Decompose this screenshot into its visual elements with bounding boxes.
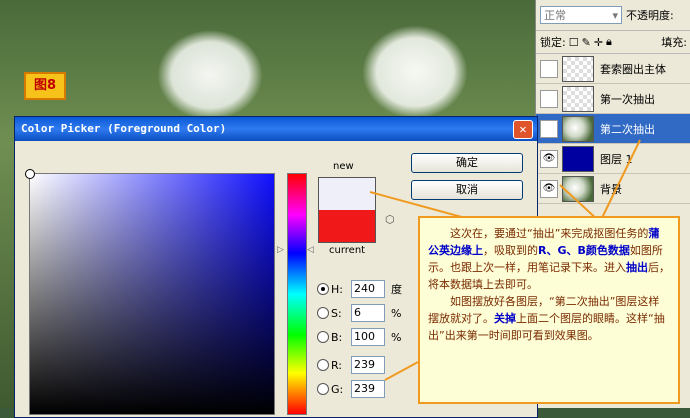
channel-label: B: (331, 330, 343, 344)
callout-text: 这次在，要通过“抽出”来完成抠图任务的 (450, 227, 649, 240)
close-button[interactable]: ✕ (513, 120, 533, 139)
eye-icon[interactable]: 👁︎ (540, 179, 558, 198)
color-field-row: B: 100% (317, 327, 401, 347)
eye-icon[interactable] (540, 89, 558, 108)
color-field-row: H: 240 度 (317, 279, 402, 299)
layer-thumbnail (562, 175, 594, 202)
layer-name: 图层 1 (600, 152, 633, 166)
lock-row: 锁定: ☐ ✎ ✛ 🔒︎ 填充: (536, 31, 690, 54)
layer-row[interactable]: 👁︎ 图层 1 (536, 144, 690, 174)
blend-mode-select[interactable]: 正常 ▾ (540, 6, 622, 24)
layer-thumbnail (562, 55, 594, 82)
channel-radio[interactable] (317, 283, 329, 295)
layer-name: 第二次抽出 (600, 122, 655, 136)
channel-label: G: (331, 382, 344, 396)
channel-value-input[interactable]: 239 (351, 356, 385, 374)
opacity-label: 不透明度: (626, 9, 674, 22)
gamut-warning-icon[interactable]: ⬡ (385, 213, 395, 226)
ok-button[interactable]: 确定 (411, 153, 523, 173)
chevron-down-icon: ▾ (612, 8, 618, 22)
channel-radio[interactable] (317, 383, 329, 395)
new-label: new (333, 161, 354, 172)
lock-label: 锁定: (540, 36, 566, 49)
eye-icon[interactable]: 👁︎ (540, 149, 558, 168)
layer-name: 第一次抽出 (600, 92, 655, 106)
channel-label: R: (331, 358, 343, 372)
callout-highlight: R、G、B颜色数据 (538, 244, 630, 257)
callout-paragraph-1: 这次在，要通过“抽出”来完成抠图任务的蒲公英边缘上，吸取到的R、G、B颜色数据如… (428, 225, 670, 293)
eye-icon[interactable]: 👁︎ (540, 119, 558, 138)
channel-label: H: (331, 282, 343, 296)
color-field-row: G: 239 (317, 379, 391, 399)
layer-row[interactable]: 第一次抽出 (536, 84, 690, 114)
lock-move-icon[interactable]: ✛ (594, 36, 603, 49)
channel-radio[interactable] (317, 331, 329, 343)
fill-label: 填充: (661, 36, 687, 49)
color-field-row: S: 6% (317, 303, 401, 323)
close-icon: ✕ (519, 122, 527, 136)
callout-highlight: 关掉 (494, 312, 516, 325)
dialog-titlebar: Color Picker (Foreground Color) ✕ (15, 117, 537, 141)
callout-paragraph-2: 如图摆放好各图层，“第二次抽出”图层这样摆放就对了。关掉上面二个图层的眼睛。这样… (428, 293, 670, 344)
channel-value-input[interactable]: 239 (351, 380, 385, 398)
layers-panel-top: 正常 ▾ 不透明度: (536, 0, 690, 31)
layer-name: 套索圈出主体 (600, 62, 666, 76)
channel-value-input[interactable]: 100 (351, 328, 385, 346)
channel-unit: % (391, 330, 402, 344)
layer-list: 套索圈出主体 第一次抽出 👁︎ 第二次抽出 👁︎ 图层 1 👁︎ 背景 (536, 54, 690, 204)
layer-name: 背景 (600, 182, 622, 196)
channel-value-input[interactable]: 240 (351, 280, 385, 298)
layer-row[interactable]: 👁︎ 背景 (536, 174, 690, 204)
channel-value-input[interactable]: 6 (351, 304, 385, 322)
color-field-row: R: 239 (317, 355, 391, 375)
callout-highlight: 抽出 (626, 261, 648, 274)
cancel-button[interactable]: 取消 (411, 180, 523, 200)
new-color-swatch (319, 178, 375, 210)
lock-transparent-icon[interactable]: ☐ (569, 36, 579, 49)
blend-mode-value: 正常 (544, 9, 566, 22)
layer-thumbnail (562, 85, 594, 112)
layer-thumbnail (562, 145, 594, 172)
hue-right-arrow-icon[interactable]: ◁ (307, 245, 314, 255)
layer-row[interactable]: 👁︎ 第二次抽出 (536, 114, 690, 144)
lock-paint-icon[interactable]: ✎ (582, 36, 591, 49)
channel-unit: % (391, 306, 402, 320)
figure-label: 图8 (24, 72, 66, 100)
hue-left-arrow-icon[interactable]: ▷ (277, 245, 284, 255)
color-field[interactable] (25, 169, 275, 415)
annotation-callout: 这次在，要通过“抽出”来完成抠图任务的蒲公英边缘上，吸取到的R、G、B颜色数据如… (418, 216, 680, 404)
current-label: current (329, 245, 366, 256)
channel-label: S: (331, 306, 342, 320)
layer-row[interactable]: 套索圈出主体 (536, 54, 690, 84)
lock-all-icon[interactable]: 🔒︎ (606, 35, 612, 49)
eye-icon[interactable] (540, 59, 558, 78)
channel-radio[interactable] (317, 359, 329, 371)
dialog-title: Color Picker (Foreground Color) (21, 122, 227, 135)
channel-unit: 度 (391, 283, 402, 296)
current-color-swatch[interactable] (319, 210, 375, 242)
color-swatch (318, 177, 376, 243)
channel-radio[interactable] (317, 307, 329, 319)
color-field-cursor[interactable] (25, 169, 35, 179)
layer-thumbnail (562, 115, 594, 142)
callout-text: ，吸取到的 (483, 244, 538, 257)
hue-slider[interactable] (287, 173, 307, 415)
